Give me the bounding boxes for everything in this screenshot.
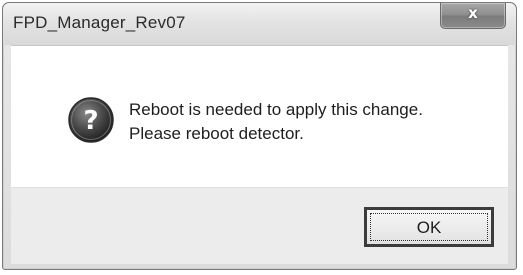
button-bar: OK [11, 187, 508, 264]
ok-button[interactable]: OK [364, 207, 494, 247]
title-bar[interactable]: FPD_Manager_Rev07 x [3, 3, 516, 45]
window-title: FPD_Manager_Rev07 [13, 13, 186, 32]
question-icon: ? [68, 97, 114, 143]
close-icon: x [468, 4, 478, 22]
svg-text:?: ? [83, 106, 98, 136]
message-line-2: Please reboot detector. [129, 124, 304, 143]
ok-button-label: OK [416, 218, 442, 237]
close-button[interactable]: x [440, 3, 506, 29]
dialog-content: ? Reboot is needed to apply this change.… [11, 45, 508, 188]
message-dialog: FPD_Manager_Rev07 x ? Reboot is needed t… [2, 2, 517, 270]
dialog-message: Reboot is needed to apply this change. P… [129, 98, 423, 146]
message-line-1: Reboot is needed to apply this change. [129, 100, 423, 119]
